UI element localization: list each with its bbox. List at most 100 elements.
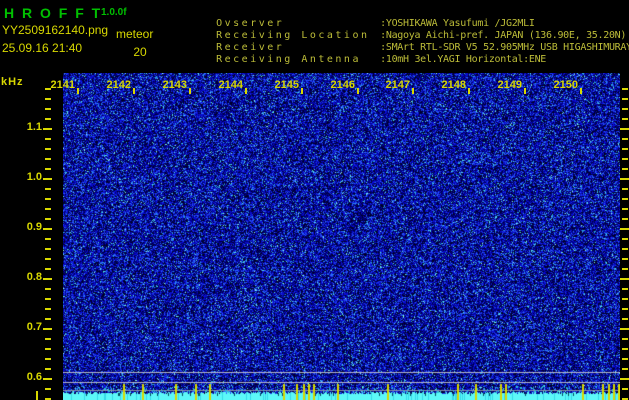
axis-tick [45, 348, 51, 350]
info-row-observer: Ovserver:YOSHIKAWA Yasufumi /JG2MLI [180, 6, 629, 18]
axis-tick [622, 188, 628, 190]
axis-tick [43, 278, 52, 280]
x-tick-label: 2150 [544, 79, 578, 91]
app-version: 1.0.0f [101, 7, 127, 18]
axis-tick [45, 308, 51, 310]
app-title: H R O F F T [4, 5, 102, 21]
axis-tick [45, 358, 51, 360]
axis-tick [45, 238, 51, 240]
datetime-label: 25.09.16 21:40 [2, 41, 82, 55]
axis-tick [622, 298, 628, 300]
axis-tick [620, 178, 629, 180]
axis-tick [45, 148, 51, 150]
axis-tick [620, 278, 629, 280]
axis-tick [580, 88, 582, 94]
x-tick-label: 2149 [488, 79, 522, 91]
axis-tick [622, 168, 628, 170]
axis-tick [45, 108, 51, 110]
axis-tick [622, 158, 628, 160]
hrofft-window: H R O F F T 1.0.0f YY2509162140.png mete… [0, 0, 629, 400]
axis-tick [45, 188, 51, 190]
axis-tick [622, 88, 628, 90]
axis-tick [622, 348, 628, 350]
x-tick-label: 2148 [432, 79, 466, 91]
y-axis-unit: kHz [1, 76, 24, 88]
info-label: Receiving Location [216, 30, 380, 42]
axis-tick [622, 288, 628, 290]
axis-tick [189, 88, 191, 94]
axis-tick [622, 368, 628, 370]
y-tick-label: 0.7 [10, 321, 42, 333]
axis-tick [45, 388, 51, 390]
y-tick-label: 1.0 [10, 171, 42, 183]
x-tick-label: 2145 [265, 79, 299, 91]
axis-tick [622, 208, 628, 210]
axis-tick [622, 388, 628, 390]
axis-tick [45, 268, 51, 270]
axis-tick [622, 318, 628, 320]
y-tick-label: 0.6 [10, 371, 42, 383]
axis-tick [45, 158, 51, 160]
axis-tick [43, 328, 52, 330]
axis-tick [45, 248, 51, 250]
mode-label: meteor [116, 27, 153, 41]
axis-tick [45, 258, 51, 260]
axis-tick [45, 98, 51, 100]
axis-tick [622, 358, 628, 360]
spectrogram-canvas [63, 73, 620, 400]
axis-tick [43, 128, 52, 130]
axis-tick [301, 88, 303, 94]
axis-tick [245, 88, 247, 94]
y-tick-label: 0.8 [10, 271, 42, 283]
axis-tick [45, 208, 51, 210]
info-label: Ovserver [216, 18, 380, 30]
info-value: :SMArt RTL-SDR V5 52.905MHz USB HIGASHIM… [380, 42, 629, 53]
axis-tick [620, 228, 629, 230]
y-tick-label: 1.1 [10, 121, 42, 133]
axis-tick [43, 228, 52, 230]
axis-tick [620, 128, 629, 130]
axis-tick [45, 338, 51, 340]
axis-tick [77, 88, 79, 94]
axis-tick [622, 268, 628, 270]
axis-tick [622, 108, 628, 110]
station-info: Ovserver:YOSHIKAWA Yasufumi /JG2MLI Rece… [180, 6, 629, 54]
axis-tick [43, 378, 52, 380]
axis-tick [622, 198, 628, 200]
axis-tick [45, 198, 51, 200]
axis-tick [45, 288, 51, 290]
axis-tick [622, 248, 628, 250]
axis-tick [45, 298, 51, 300]
info-label: Receiver [216, 42, 380, 54]
axis-tick [45, 218, 51, 220]
axis-tick [622, 138, 628, 140]
axis-tick [45, 138, 51, 140]
axis-tick [45, 168, 51, 170]
axis-tick [622, 118, 628, 120]
axis-tick [622, 148, 628, 150]
info-value: :YOSHIKAWA Yasufumi /JG2MLI [380, 18, 534, 29]
axis-tick [45, 118, 51, 120]
x-tick-label: 2144 [209, 79, 243, 91]
meteor-count: 20 [125, 45, 155, 59]
info-value: :Nagoya Aichi-pref. JAPAN (136.90E, 35.2… [380, 30, 626, 41]
x-tick-label: 2142 [97, 79, 131, 91]
axis-tick [45, 368, 51, 370]
axis-tick [622, 98, 628, 100]
axis-tick [622, 238, 628, 240]
axis-tick [45, 318, 51, 320]
axis-tick [468, 88, 470, 94]
axis-tick [622, 258, 628, 260]
axis-tick [524, 88, 526, 94]
x-tick-label: 2147 [376, 79, 410, 91]
output-filename: YY2509162140.png [2, 23, 108, 37]
axis-tick [133, 88, 135, 94]
axis-tick [620, 378, 629, 380]
info-label: Receiving Antenna [216, 54, 380, 66]
axis-tick [622, 218, 628, 220]
axis-tick [622, 338, 628, 340]
x-tick-label: 2143 [153, 79, 187, 91]
axis-tick [43, 178, 52, 180]
axis-tick [412, 88, 414, 94]
carrier-marker [36, 391, 38, 400]
